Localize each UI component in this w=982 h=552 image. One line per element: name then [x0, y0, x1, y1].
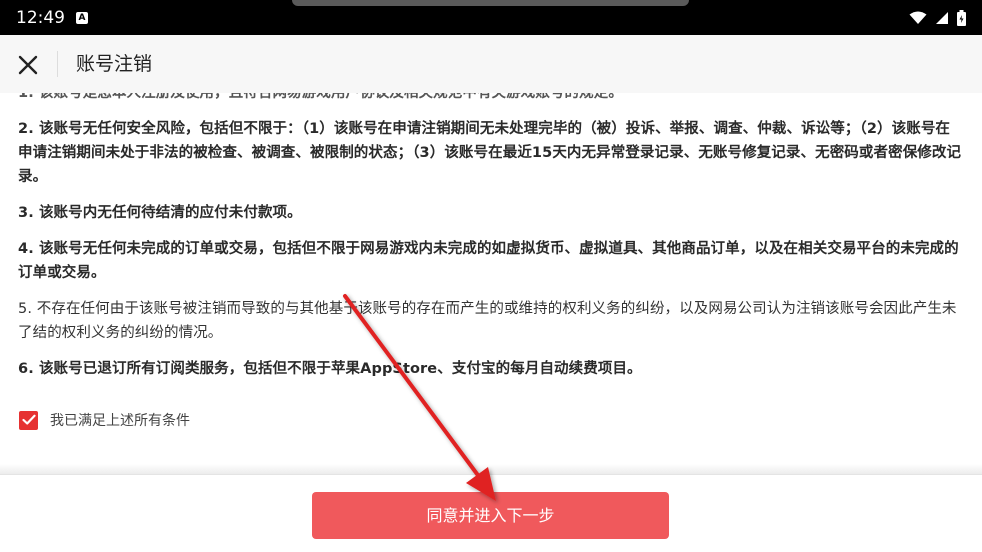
clause-3: 3. 该账号内无任何待结清的应付未付款项。	[18, 205, 302, 221]
battery-icon	[957, 10, 966, 26]
screen: 12:49 A 账号注销 1. 该账号是您本人注册及使用，且符合网易游戏用户协议…	[0, 0, 982, 552]
clause-4: 4. 该账号无任何未完成的订单或交易，包括但不限于网易游戏内未完成的如虚拟货币、…	[18, 241, 959, 281]
a-icon: A	[76, 12, 88, 24]
clause-6: 6. 该账号已退订所有订阅类服务，包括但不限于苹果AppStore、支付宝的每月…	[18, 361, 642, 377]
conditions-content[interactable]: 1. 该账号是您本人注册及使用，且符合网易游戏用户协议及相关规范中有关游戏账号的…	[0, 93, 982, 473]
status-time: 12:49	[16, 8, 65, 28]
close-icon	[18, 55, 38, 75]
agree-checkbox-row[interactable]: 我已满足上述所有条件	[19, 409, 190, 431]
agree-label: 我已满足上述所有条件	[50, 413, 190, 429]
wifi-icon	[909, 11, 927, 24]
camera-notch	[292, 0, 689, 6]
bottom-shadow	[0, 464, 982, 474]
clause-5: 5. 不存在任何由于该账号被注销而导致的与其他基于该账号的存在而产生的或维持的权…	[18, 301, 957, 341]
conditions-list: 1. 该账号是您本人注册及使用，且符合网易游戏用户协议及相关规范中有关游戏账号的…	[18, 93, 964, 393]
agree-next-button[interactable]: 同意并进入下一步	[312, 492, 669, 539]
status-bar: 12:49 A	[0, 0, 982, 35]
signal-icon	[936, 12, 948, 24]
clause-1: 1. 该账号是您本人注册及使用，且符合网易游戏用户协议及相关规范中有关游戏账号的…	[18, 93, 623, 101]
page-title: 账号注销	[76, 53, 153, 75]
clause-2: 2. 该账号无任何安全风险，包括但不限于：（1）该账号在申请注销期间无未处理完毕…	[18, 121, 962, 185]
app-bar-divider	[57, 51, 58, 77]
app-bar: 账号注销	[0, 35, 982, 93]
check-icon	[21, 414, 36, 425]
close-button[interactable]	[12, 49, 44, 81]
status-icons	[909, 9, 966, 27]
agree-checkbox[interactable]	[19, 410, 38, 430]
